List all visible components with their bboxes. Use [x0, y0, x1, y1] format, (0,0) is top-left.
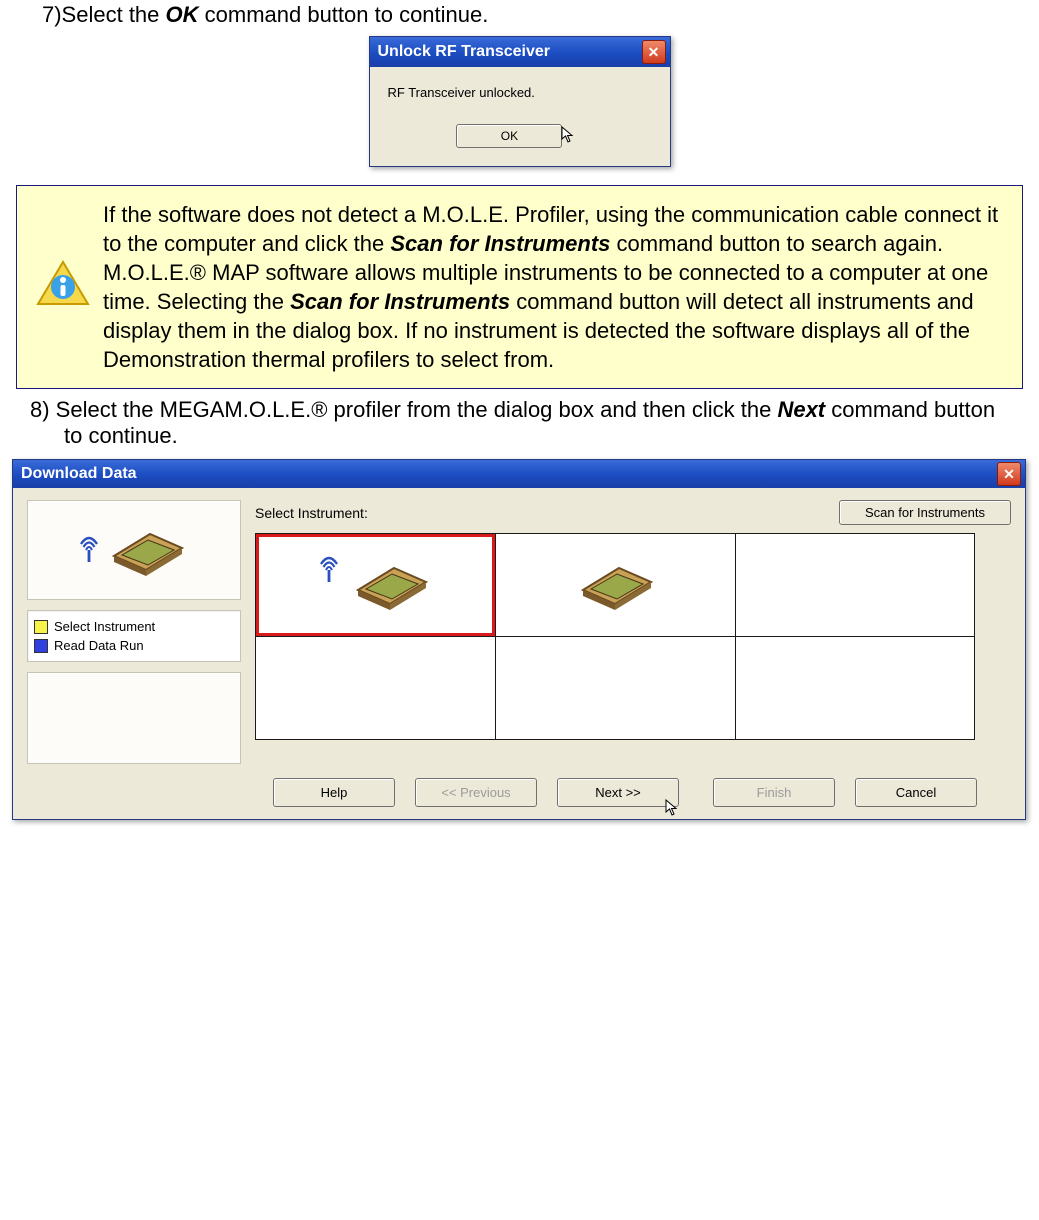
wizard-steps-list: Select Instrument Read Data Run	[27, 610, 241, 662]
close-icon[interactable]: ✕	[997, 462, 1021, 486]
wizard-step-item: Select Instrument	[34, 617, 234, 636]
info-note: If the software does not detect a M.O.L.…	[16, 185, 1023, 389]
ok-button[interactable]: OK	[456, 124, 562, 148]
wizard-step-item: Read Data Run	[34, 636, 234, 655]
instrument-grid	[255, 533, 975, 740]
wizard-header-image	[27, 500, 241, 600]
instrument-cell[interactable]	[736, 637, 975, 740]
unlock-dialog-message: RF Transceiver unlocked.	[384, 81, 656, 120]
profiler-icon	[348, 556, 434, 612]
scan-for-instruments-button[interactable]: Scan for Instruments	[839, 500, 1011, 525]
instrument-cell[interactable]	[256, 637, 496, 740]
rf-icon	[318, 556, 340, 584]
instrument-cell[interactable]	[496, 534, 736, 637]
cancel-button[interactable]: Cancel	[855, 778, 977, 807]
download-dialog-titlebar: Download Data ✕	[13, 460, 1025, 488]
next-button[interactable]: Next >>	[557, 778, 679, 807]
step-marker-icon	[34, 620, 48, 634]
mouse-cursor-icon	[561, 126, 575, 144]
unlock-dialog-title: Unlock RF Transceiver	[378, 43, 551, 61]
step-marker-icon	[34, 639, 48, 653]
unlock-dialog-titlebar: Unlock RF Transceiver ✕	[370, 37, 670, 67]
close-icon[interactable]: ✕	[642, 40, 666, 64]
help-button[interactable]: Help	[273, 778, 395, 807]
instrument-cell[interactable]	[496, 637, 736, 740]
profiler-icon	[104, 522, 190, 578]
select-instrument-label: Select Instrument:	[255, 505, 368, 521]
mouse-cursor-icon	[665, 799, 679, 817]
finish-button: Finish	[713, 778, 835, 807]
instrument-cell-selected[interactable]	[256, 534, 496, 637]
previous-button: << Previous	[415, 778, 537, 807]
step-8-text: 8) Select the MEGAM.O.L.E.® profiler fro…	[64, 397, 1027, 449]
download-dialog-title: Download Data	[21, 465, 137, 483]
profiler-icon	[573, 556, 659, 612]
download-data-dialog: Download Data ✕ Select Inst	[12, 459, 1026, 820]
step-7-text: 7)Select the OK command button to contin…	[42, 2, 1027, 28]
info-icon	[35, 259, 91, 316]
unlock-dialog: Unlock RF Transceiver ✕ RF Transceiver u…	[369, 36, 671, 167]
wizard-button-bar: Help << Previous Next >> Finish Cancel	[27, 772, 1011, 811]
wizard-preview-pane	[27, 672, 241, 764]
info-note-text: If the software does not detect a M.O.L.…	[103, 200, 1004, 374]
instrument-cell[interactable]	[736, 534, 975, 637]
